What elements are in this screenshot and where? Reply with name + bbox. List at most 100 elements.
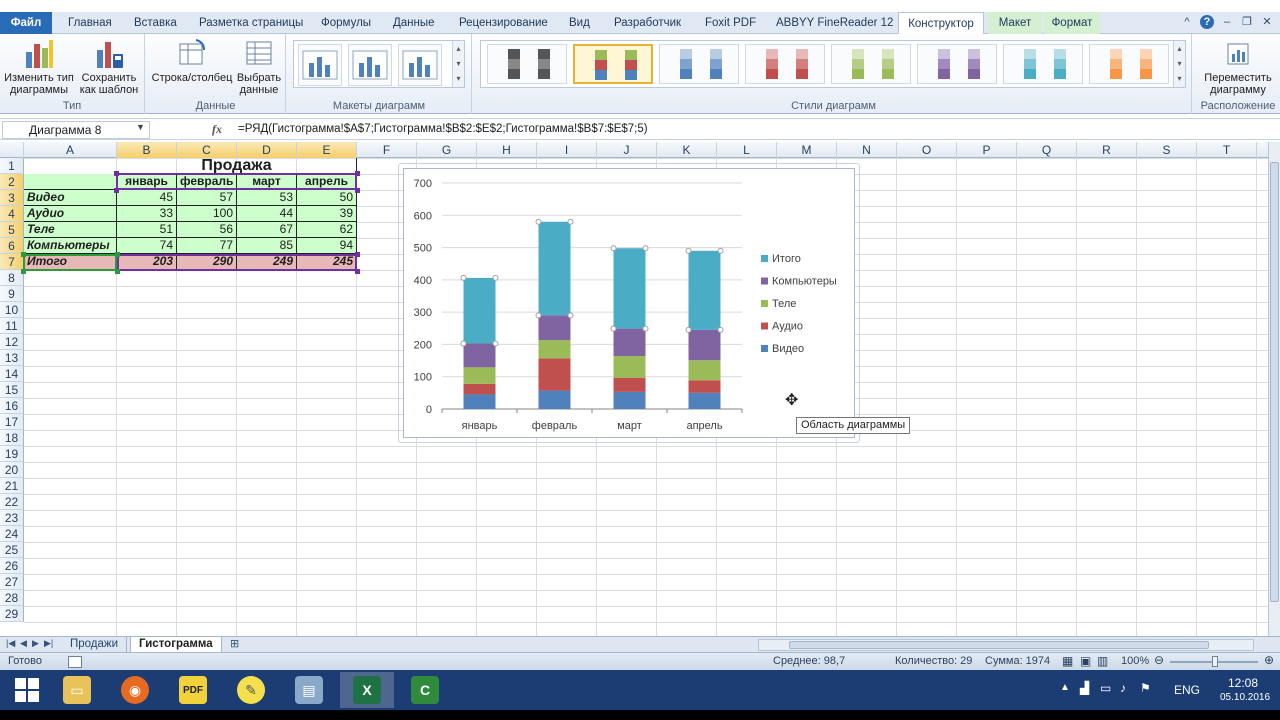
ribbon-tab-3[interactable]: Разметка страницы: [193, 12, 309, 34]
chart-layouts-gallery[interactable]: ▴ ▾ ▾: [293, 40, 465, 88]
layout-thumb-2[interactable]: [348, 44, 392, 86]
table-row-label[interactable]: Теле: [24, 222, 117, 238]
column-header[interactable]: A: [24, 142, 117, 158]
row-header[interactable]: 18: [0, 430, 24, 446]
row-header[interactable]: 19: [0, 446, 24, 462]
column-header[interactable]: L: [717, 142, 777, 158]
table-cell[interactable]: 74: [117, 238, 177, 254]
table-cell[interactable]: 45: [117, 190, 177, 206]
table-header-month[interactable]: январь: [117, 174, 177, 190]
table-header-month[interactable]: март: [237, 174, 297, 190]
vertical-scrollbar[interactable]: [1268, 142, 1280, 636]
close-icon[interactable]: ✕: [1260, 15, 1274, 29]
ribbon-tab-8[interactable]: Разработчик: [608, 12, 687, 34]
taskbar-chat[interactable]: ✎: [224, 672, 278, 708]
clock-date[interactable]: 05.10.2016: [1220, 692, 1270, 703]
taskbar-firefox[interactable]: ◉: [108, 672, 162, 708]
taskbar-explorer[interactable]: ▭: [50, 672, 104, 708]
row-header[interactable]: 2: [0, 174, 24, 190]
zoom-in-icon[interactable]: ⊕: [1264, 653, 1274, 667]
table-header-empty[interactable]: [24, 174, 117, 190]
row-header[interactable]: 10: [0, 302, 24, 318]
row-header[interactable]: 13: [0, 350, 24, 366]
row-header[interactable]: 1: [0, 158, 24, 174]
change-chart-type-button[interactable]: Изменить тип диаграммы: [4, 38, 74, 96]
table-cell[interactable]: 290: [177, 254, 237, 270]
row-header[interactable]: 16: [0, 398, 24, 414]
row-header[interactable]: 9: [0, 286, 24, 302]
name-box[interactable]: Диаграмма 8: [2, 121, 150, 139]
table-cell[interactable]: 53: [237, 190, 297, 206]
chart-styles-gallery[interactable]: ▴ ▾ ▾: [480, 40, 1186, 88]
row-header[interactable]: 25: [0, 542, 24, 558]
table-cell[interactable]: 94: [297, 238, 357, 254]
chart-style-thumb-7[interactable]: [1003, 44, 1083, 84]
security-icon[interactable]: ⚑: [1140, 681, 1151, 695]
table-title[interactable]: Продажа: [117, 158, 357, 174]
column-header[interactable]: O: [897, 142, 957, 158]
table-header-month[interactable]: апрель: [297, 174, 357, 190]
table-row-label[interactable]: Итого: [24, 254, 117, 270]
insert-function-icon[interactable]: fx: [212, 122, 222, 137]
column-header[interactable]: E: [297, 142, 357, 158]
row-header[interactable]: 8: [0, 270, 24, 286]
taskbar-camtasia[interactable]: C: [398, 672, 452, 708]
row-header[interactable]: 17: [0, 414, 24, 430]
chart-style-thumb-1[interactable]: [487, 44, 567, 84]
ribbon-tab-10[interactable]: ABBYY FineReader 12: [770, 12, 899, 34]
row-header[interactable]: 27: [0, 574, 24, 590]
row-header[interactable]: 5: [0, 222, 24, 238]
table-cell[interactable]: 50: [297, 190, 357, 206]
table-cell[interactable]: 44: [237, 206, 297, 222]
macro-record-icon[interactable]: [68, 656, 82, 668]
row-header[interactable]: 28: [0, 590, 24, 606]
minimize-icon[interactable]: –: [1220, 15, 1234, 29]
next-sheet-icon[interactable]: ▶: [32, 638, 39, 649]
row-header[interactable]: 21: [0, 478, 24, 494]
table-cell[interactable]: 39: [297, 206, 357, 222]
table-cell[interactable]: 85: [237, 238, 297, 254]
taskbar-pdf[interactable]: PDF: [166, 672, 220, 708]
row-header[interactable]: 29: [0, 606, 24, 622]
table-cell[interactable]: 57: [177, 190, 237, 206]
ribbon-tab-4[interactable]: Формулы: [315, 12, 377, 34]
column-header[interactable]: H: [477, 142, 537, 158]
table-cell[interactable]: 77: [177, 238, 237, 254]
column-header[interactable]: S: [1137, 142, 1197, 158]
column-header[interactable]: P: [957, 142, 1017, 158]
taskbar-network[interactable]: ▤: [282, 672, 336, 708]
zoom-out-icon[interactable]: ⊖: [1154, 653, 1164, 667]
ribbon-tab-13[interactable]: Формат: [1044, 12, 1100, 34]
column-header[interactable]: R: [1077, 142, 1137, 158]
page-layout-icon[interactable]: ▣: [1080, 654, 1091, 668]
tray-expand-icon[interactable]: ▲: [1060, 682, 1070, 693]
save-as-template-button[interactable]: Сохранить как шаблон: [76, 38, 142, 96]
row-header[interactable]: 15: [0, 382, 24, 398]
table-cell[interactable]: 249: [237, 254, 297, 270]
table-cell[interactable]: 245: [297, 254, 357, 270]
horizontal-scrollbar[interactable]: [758, 639, 1254, 651]
row-header[interactable]: 3: [0, 190, 24, 206]
column-header[interactable]: D: [237, 142, 297, 158]
column-header[interactable]: I: [537, 142, 597, 158]
switch-row-column-button[interactable]: Строка/столбец: [150, 38, 234, 84]
first-sheet-icon[interactable]: |◀: [6, 638, 15, 649]
ribbon-tab-7[interactable]: Вид: [563, 12, 596, 34]
help-icon[interactable]: ?: [1200, 15, 1214, 29]
table-row-label[interactable]: Аудио: [24, 206, 117, 222]
vertical-scroll-thumb[interactable]: [1270, 162, 1279, 602]
column-header[interactable]: M: [777, 142, 837, 158]
layout-thumb-3[interactable]: [398, 44, 442, 86]
ribbon-minimize-icon[interactable]: ^: [1180, 15, 1194, 29]
select-all-corner[interactable]: [0, 142, 24, 158]
column-header[interactable]: N: [837, 142, 897, 158]
signal-icon[interactable]: ▟: [1080, 681, 1089, 695]
ribbon-tab-0[interactable]: Файл: [0, 12, 52, 34]
chart-style-thumb-3[interactable]: [659, 44, 739, 84]
prev-sheet-icon[interactable]: ◀: [20, 638, 27, 649]
column-header[interactable]: C: [177, 142, 237, 158]
row-header[interactable]: 24: [0, 526, 24, 542]
last-sheet-icon[interactable]: ▶|: [44, 638, 53, 649]
table-cell[interactable]: 67: [237, 222, 297, 238]
row-header[interactable]: 22: [0, 494, 24, 510]
